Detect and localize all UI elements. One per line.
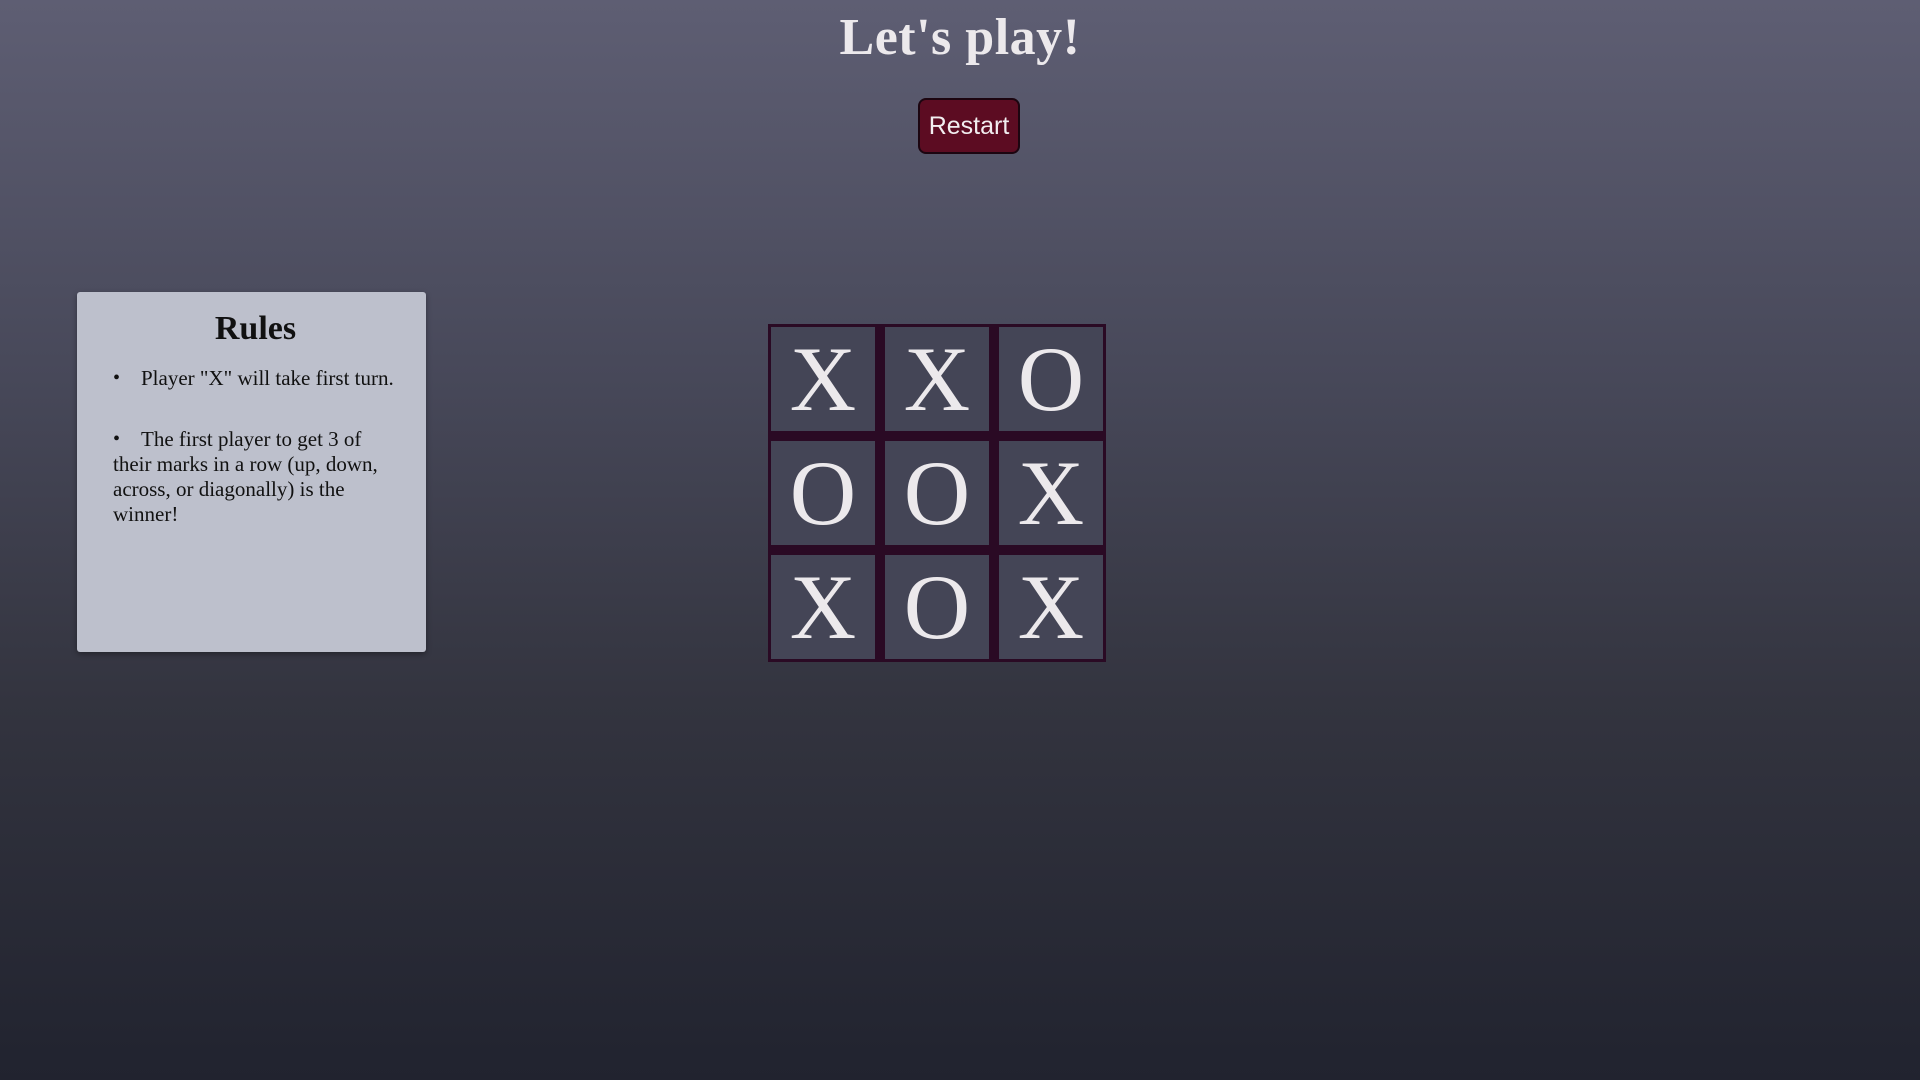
rules-list: Player "X" will take first turn. The fir… [113, 366, 398, 527]
board-cell-4[interactable]: O [771, 441, 875, 545]
rule-text: The first player to get 3 of their marks… [113, 427, 378, 526]
rules-panel: Rules Player "X" will take first turn. T… [77, 292, 426, 652]
board-cell-8[interactable]: O [885, 555, 989, 659]
rule-text: Player "X" will take first turn. [141, 366, 394, 390]
rule-item: Player "X" will take first turn. [113, 366, 398, 391]
restart-button[interactable]: Restart [918, 98, 1020, 154]
board-cell-1[interactable]: X [771, 327, 875, 431]
board-cell-5[interactable]: O [885, 441, 989, 545]
page-title: Let's play! [839, 9, 1081, 66]
rule-item: The first player to get 3 of their marks… [113, 427, 398, 527]
board-cell-6[interactable]: X [999, 441, 1103, 545]
board-cell-7[interactable]: X [771, 555, 875, 659]
board-cell-2[interactable]: X [885, 327, 989, 431]
board-cell-3[interactable]: O [999, 327, 1103, 431]
game-board: X X O O O X X O X [768, 324, 1106, 662]
rules-heading: Rules [214, 310, 297, 347]
board-cell-9[interactable]: X [999, 555, 1103, 659]
